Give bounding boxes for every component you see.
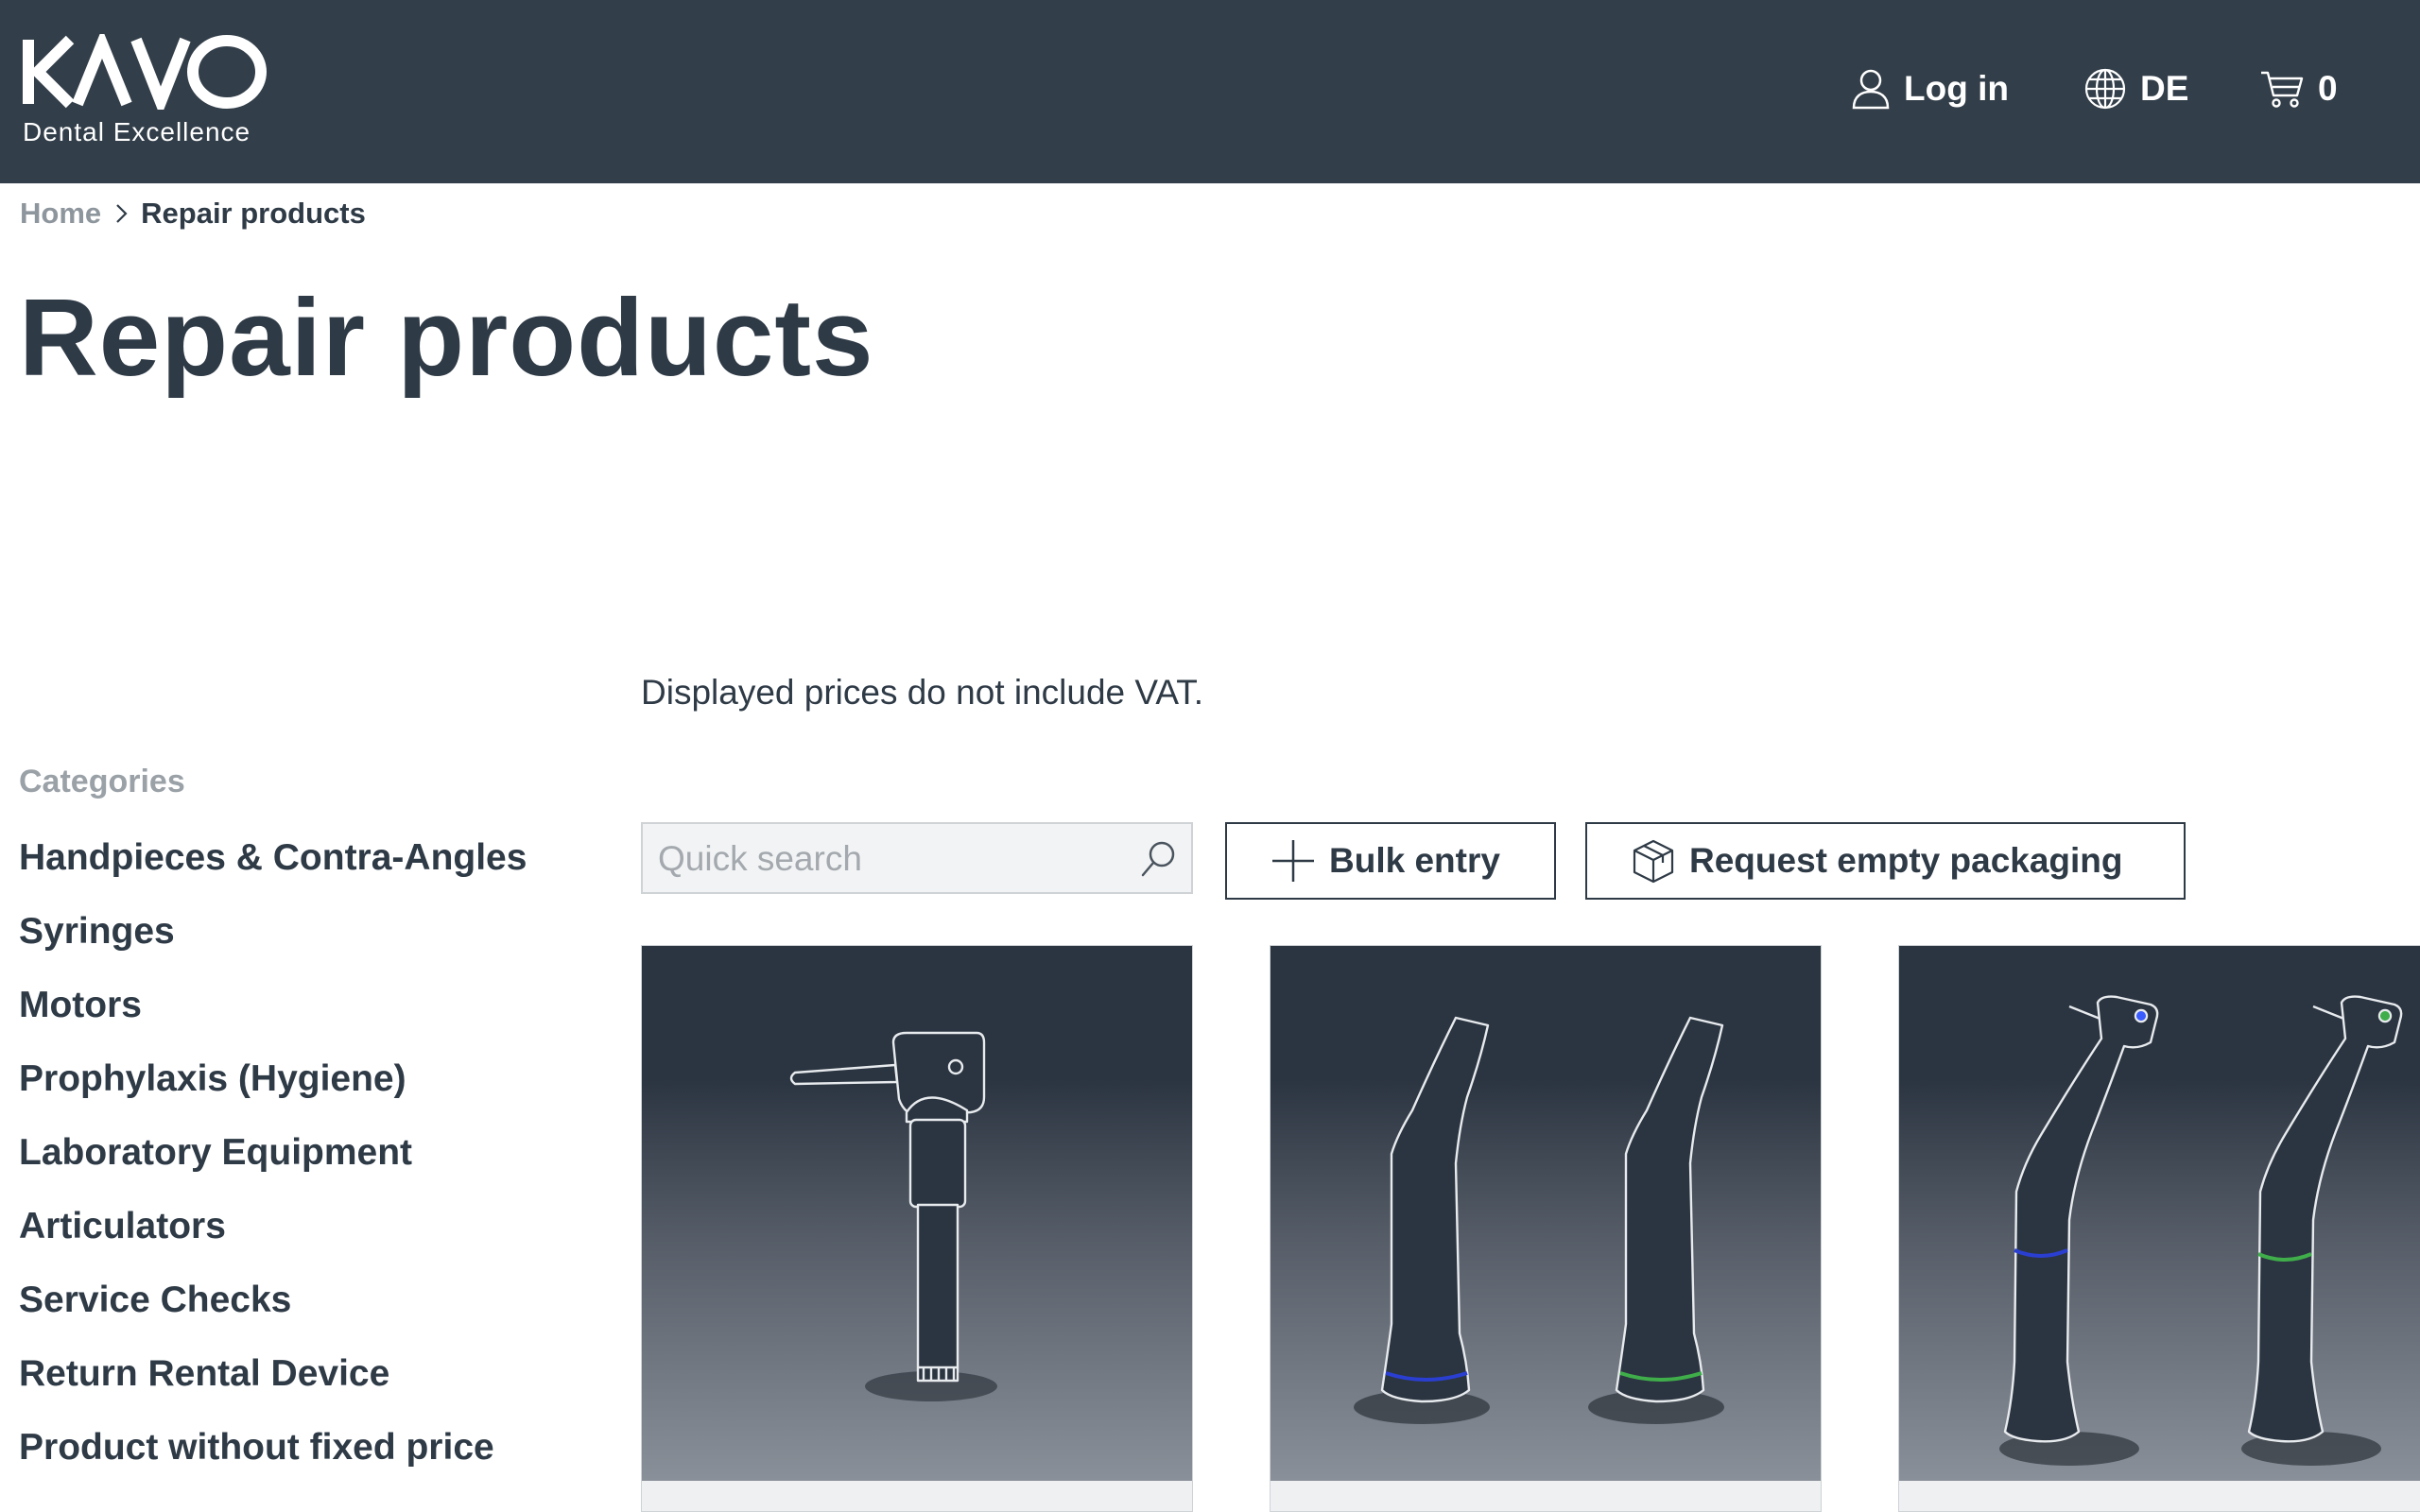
login-label: Log in	[1904, 69, 2009, 108]
product-image	[642, 946, 1192, 1481]
box-icon	[1633, 839, 1674, 884]
category-articulators[interactable]: Articulators	[19, 1196, 527, 1270]
breadcrumb-home[interactable]: Home	[20, 197, 101, 231]
quick-search	[641, 822, 1193, 894]
bulk-entry-label: Bulk entry	[1329, 841, 1500, 880]
login-link[interactable]: Log in	[1851, 59, 2009, 119]
breadcrumb: Home Repair products	[20, 197, 366, 231]
product-card[interactable]	[1898, 945, 2420, 1512]
vat-note: Displayed prices do not include VAT.	[641, 673, 1204, 712]
plus-icon	[1272, 840, 1314, 882]
kavo-logo-mark	[23, 34, 267, 110]
category-laboratory[interactable]: Laboratory Equipment	[19, 1123, 527, 1196]
language-selector[interactable]: DE	[2083, 59, 2188, 119]
categories-heading: Categories	[19, 764, 185, 799]
category-return-rental[interactable]: Return Rental Device	[19, 1344, 527, 1418]
product-image	[1899, 946, 2420, 1481]
category-service-checks[interactable]: Service Checks	[19, 1270, 527, 1344]
category-no-fixed-price[interactable]: Product without fixed price	[19, 1418, 527, 1491]
category-list: Handpieces & Contra-Angles Syringes Moto…	[19, 828, 527, 1491]
contra-angles-image	[1999, 995, 2403, 1466]
bulk-entry-button[interactable]: Bulk entry	[1225, 822, 1556, 900]
request-empty-packaging-label: Request empty packaging	[1689, 841, 2123, 880]
category-motors[interactable]: Motors	[19, 975, 527, 1049]
prophy-handpiece-image	[789, 1031, 997, 1401]
breadcrumb-current: Repair products	[141, 197, 366, 230]
cart-link[interactable]: 0	[2259, 59, 2338, 119]
page-title: Repair products	[19, 276, 874, 399]
straight-handpieces-image	[1354, 1016, 1724, 1424]
user-icon	[1852, 69, 1890, 110]
kavo-logo[interactable]: Dental Excellence	[21, 34, 276, 147]
cart-count: 0	[2318, 69, 2338, 108]
language-label: DE	[2140, 69, 2189, 108]
category-handpieces[interactable]: Handpieces & Contra-Angles	[19, 828, 527, 902]
search-icon[interactable]	[1138, 839, 1178, 879]
site-header: Dental Excellence Log in DE 0	[0, 0, 2420, 183]
product-card[interactable]	[641, 945, 1193, 1512]
category-syringes[interactable]: Syringes	[19, 902, 527, 975]
product-card[interactable]	[1270, 945, 1822, 1512]
logo-tagline: Dental Excellence	[23, 117, 251, 146]
cart-icon	[2261, 71, 2304, 108]
category-prophylaxis[interactable]: Prophylaxis (Hygiene)	[19, 1049, 527, 1123]
globe-icon	[2084, 68, 2126, 110]
quick-search-input[interactable]	[643, 824, 1132, 894]
request-empty-packaging-button[interactable]: Request empty packaging	[1585, 822, 2186, 900]
product-image	[1270, 946, 1821, 1481]
chevron-right-icon	[114, 201, 130, 226]
